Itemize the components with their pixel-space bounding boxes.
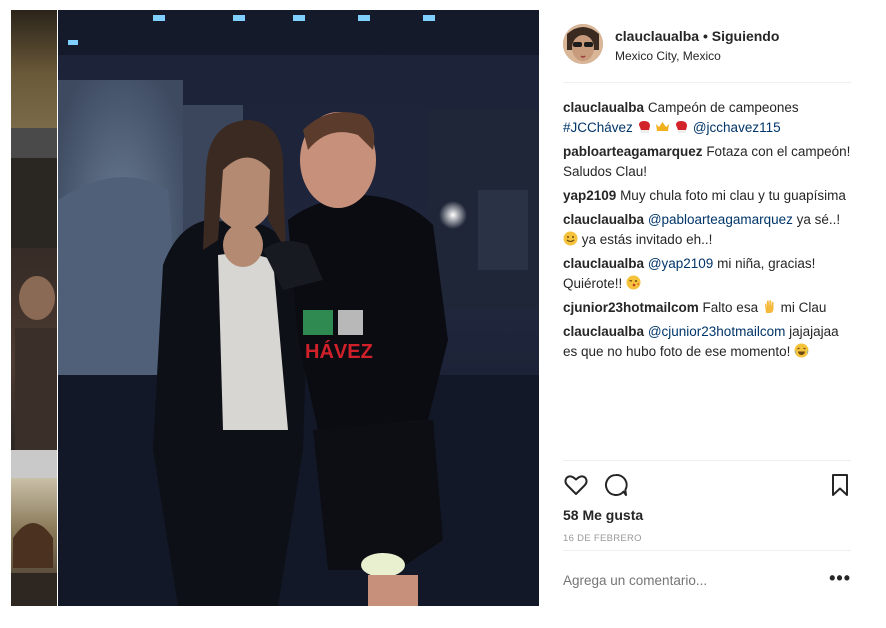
comment-username[interactable]: clauclaualba bbox=[563, 212, 644, 227]
hashtag-link[interactable]: #JCChávez bbox=[563, 120, 633, 135]
post-header: clauclaualba • Siguiendo Mexico City, Me… bbox=[563, 24, 853, 68]
laughing-tears-emoji-icon bbox=[794, 343, 809, 359]
comment-item: clauclaualba @pabloarteagamarquez ya sé.… bbox=[563, 210, 853, 250]
previous-photo-bottom bbox=[11, 478, 57, 606]
raised-hand-emoji-icon bbox=[762, 300, 777, 315]
boxing-glove-emoji-icon bbox=[674, 120, 689, 135]
comment-item: clauclaualba Campeón de campeones #JCChá… bbox=[563, 98, 853, 138]
strip-divider bbox=[11, 128, 57, 158]
mention-link[interactable]: @yap2109 bbox=[648, 256, 714, 271]
post-details-panel: clauclaualba • Siguiendo Mexico City, Me… bbox=[539, 10, 875, 606]
comment-input[interactable] bbox=[563, 569, 813, 591]
strip-divider bbox=[11, 450, 57, 478]
comment-item: cjunior23hotmailcom Falto esa mi Clau bbox=[563, 298, 853, 318]
avatar[interactable] bbox=[563, 24, 603, 64]
add-comment-section: ••• bbox=[563, 563, 851, 597]
comment-text: Campeón de campeones bbox=[647, 100, 799, 115]
mention-link[interactable]: @cjunior23hotmailcom bbox=[648, 324, 786, 339]
previous-post-strip[interactable] bbox=[11, 10, 57, 606]
comment-username[interactable]: cjunior23hotmailcom bbox=[563, 300, 699, 315]
comment-username[interactable]: pabloarteagamarquez bbox=[563, 144, 703, 159]
comment-item: clauclaualba @yap2109 mi niña, gracias! … bbox=[563, 254, 853, 294]
comment-item: yap2109 Muy chula foto mi clau y tu guap… bbox=[563, 186, 853, 206]
comment-username[interactable]: clauclaualba bbox=[563, 324, 644, 339]
action-bar bbox=[563, 472, 853, 502]
comment-item: pabloarteagamarquez Fotaza con el campeó… bbox=[563, 142, 853, 182]
comment-text: mi Clau bbox=[780, 300, 827, 315]
smiling-face-emoji-icon bbox=[563, 231, 578, 247]
actions-divider bbox=[563, 460, 851, 461]
previous-photo-top bbox=[11, 10, 57, 128]
header-divider bbox=[563, 82, 851, 83]
comment-text: Muy chula foto mi clau y tu guapísima bbox=[620, 188, 846, 203]
comment-username[interactable]: yap2109 bbox=[563, 188, 616, 203]
mention-link[interactable]: @jcchavez115 bbox=[693, 120, 781, 135]
comment-username[interactable]: clauclaualba bbox=[563, 256, 644, 271]
comment-bubble-icon[interactable] bbox=[603, 472, 629, 498]
username-link[interactable]: clauclaualba bbox=[615, 28, 699, 44]
post-date: 16 DE FEBRERO bbox=[563, 533, 642, 544]
comment-text: ya sé..! bbox=[796, 212, 841, 227]
boxing-glove-emoji-icon bbox=[637, 120, 652, 135]
comment-text: ya estás invitado eh..! bbox=[581, 232, 713, 247]
comment-username[interactable]: clauclaualba bbox=[563, 100, 644, 115]
comment-divider bbox=[563, 550, 851, 551]
heart-icon[interactable] bbox=[563, 472, 589, 498]
more-options-icon[interactable]: ••• bbox=[829, 569, 851, 587]
comment-text: Falto esa bbox=[702, 300, 759, 315]
separator-dot: • bbox=[702, 28, 708, 44]
location-link[interactable]: Mexico City, Mexico bbox=[615, 49, 721, 63]
bookmark-icon[interactable] bbox=[827, 472, 853, 498]
svg-text:HÁVEZ: HÁVEZ bbox=[305, 340, 373, 363]
post-photo[interactable]: HÁVEZ bbox=[58, 10, 539, 606]
previous-photo-middle bbox=[11, 158, 57, 450]
comment-item: clauclaualba @cjunior23hotmailcom jajaja… bbox=[563, 322, 853, 362]
comments-list: clauclaualba Campeón de campeones #JCChá… bbox=[563, 98, 853, 364]
mention-link[interactable]: @pabloarteagamarquez bbox=[648, 212, 793, 227]
kissing-face-emoji-icon bbox=[626, 275, 641, 291]
following-button[interactable]: Siguiendo bbox=[712, 28, 780, 44]
crown-emoji-icon bbox=[655, 120, 670, 135]
likes-count[interactable]: 58 Me gusta bbox=[563, 507, 643, 523]
post-header-line: clauclaualba • Siguiendo bbox=[615, 28, 779, 44]
